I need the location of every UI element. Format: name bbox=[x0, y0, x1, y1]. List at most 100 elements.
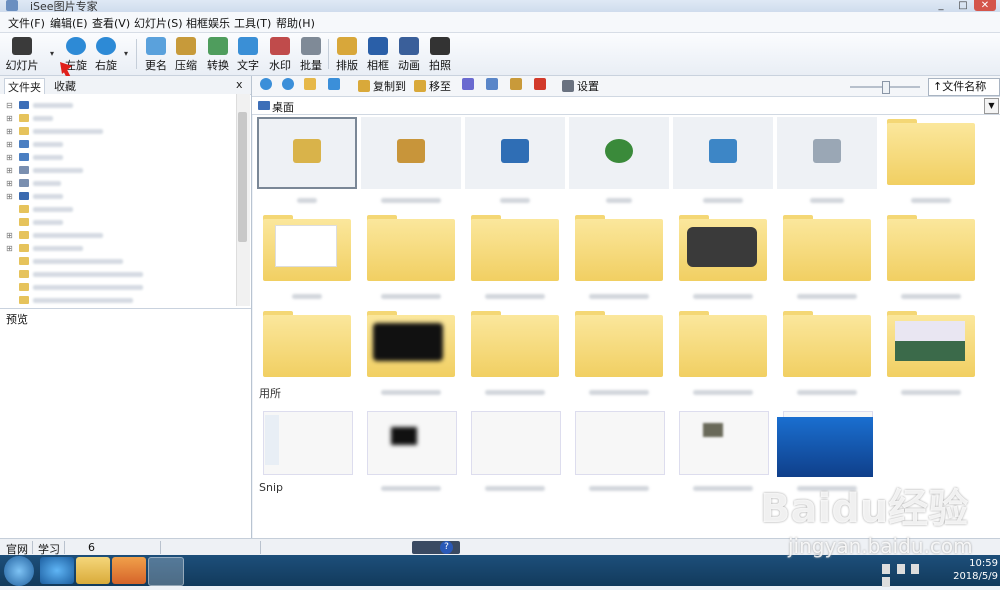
path-bar[interactable]: 桌面 ▼ bbox=[252, 97, 1000, 115]
thumbnail-item[interactable] bbox=[465, 309, 565, 395]
menu-edit[interactable]: 编辑(E) bbox=[50, 15, 88, 31]
up-folder-button[interactable] bbox=[304, 78, 319, 94]
compress-button[interactable]: 压缩 bbox=[172, 37, 200, 73]
folder-tree[interactable]: ⊟ ⊞ ⊞ ⊞ ⊞ ⊞ ⊞ ⊞ ⊞ ⊞ bbox=[0, 94, 236, 306]
slideshow-button[interactable]: 幻灯片 bbox=[6, 37, 39, 73]
user-folder-icon bbox=[397, 139, 425, 163]
text-icon bbox=[238, 37, 258, 55]
thumbnail-item[interactable] bbox=[361, 117, 461, 203]
system-clock[interactable]: 10:59 2018/5/9 bbox=[940, 557, 998, 583]
thumbnail-item[interactable] bbox=[569, 213, 669, 299]
menu-help[interactable]: 帮助(H) bbox=[276, 15, 315, 31]
close-pane-icon[interactable]: x bbox=[236, 78, 243, 91]
tree-row[interactable]: ⊞ bbox=[6, 176, 206, 188]
batch-button[interactable]: 批量 bbox=[297, 37, 325, 73]
thumbnail-item[interactable] bbox=[881, 405, 981, 477]
move-to-button[interactable]: 移至 bbox=[414, 78, 451, 94]
thumbnail-item[interactable] bbox=[361, 213, 461, 299]
menu-file[interactable]: 文件(F) bbox=[8, 15, 45, 31]
thumbnail-item[interactable] bbox=[673, 117, 773, 203]
system-tray[interactable] bbox=[882, 564, 932, 587]
layout-button[interactable]: 排版 bbox=[333, 37, 361, 73]
text-button[interactable]: 文字 bbox=[234, 37, 262, 73]
thumbnail-item[interactable] bbox=[777, 309, 877, 395]
isee-taskbar-icon[interactable] bbox=[148, 557, 184, 586]
menu-tools[interactable]: 工具(T) bbox=[234, 15, 271, 31]
animation-button[interactable]: 动画 bbox=[395, 37, 423, 73]
frame-button[interactable]: 相框 bbox=[364, 37, 392, 73]
copy-button[interactable] bbox=[486, 78, 501, 94]
title-bar: iSee图片专家 _ □ ✕ bbox=[0, 0, 1000, 13]
tree-row[interactable]: ⊞ bbox=[6, 111, 206, 123]
media-player-icon[interactable] bbox=[112, 557, 146, 584]
tree-row[interactable]: ⊞ bbox=[6, 163, 206, 175]
sort-select[interactable]: ↑文件名称 bbox=[928, 78, 1000, 96]
thumbnail-item[interactable] bbox=[569, 309, 669, 395]
tree-row[interactable]: ⊞ bbox=[6, 150, 206, 162]
copy-to-button[interactable]: 复制到 bbox=[358, 78, 406, 94]
tab-folders[interactable]: 文件夹 bbox=[4, 78, 45, 95]
delete-button[interactable] bbox=[534, 78, 549, 94]
cut-button[interactable] bbox=[462, 78, 477, 94]
ie-icon[interactable] bbox=[40, 557, 74, 584]
thumbnail-item[interactable] bbox=[465, 405, 565, 491]
close-button[interactable]: ✕ bbox=[974, 0, 996, 11]
menu-slideshow[interactable]: 幻灯片(S) bbox=[134, 15, 183, 31]
thumbnail-item[interactable] bbox=[361, 309, 461, 395]
zoom-slider-thumb[interactable] bbox=[882, 81, 890, 94]
thumbnail-item[interactable] bbox=[673, 405, 773, 491]
folder-icon bbox=[783, 219, 871, 281]
back-button[interactable] bbox=[260, 78, 275, 94]
tree-row[interactable]: ⊟ bbox=[6, 98, 206, 110]
thumbnail-item[interactable] bbox=[465, 213, 565, 299]
tree-row[interactable] bbox=[6, 280, 206, 291]
thumbnail-item[interactable] bbox=[777, 117, 877, 203]
tree-row[interactable]: ⊞ bbox=[6, 228, 206, 240]
watermark-button[interactable]: 水印 bbox=[266, 37, 294, 73]
tree-row[interactable] bbox=[6, 215, 206, 226]
cut-icon bbox=[462, 78, 474, 90]
rotate-dropdown-arrow[interactable]: ▾ bbox=[124, 49, 128, 58]
thumbnail-item[interactable] bbox=[673, 213, 773, 299]
menu-frame-fun[interactable]: 相框娱乐 bbox=[186, 15, 230, 31]
rotate-right-button[interactable]: 右旋 bbox=[92, 37, 120, 73]
thumbnail-item[interactable] bbox=[465, 117, 565, 203]
tree-row[interactable]: ⊞ bbox=[6, 124, 206, 136]
desktop-screenshot-preview[interactable] bbox=[777, 417, 873, 477]
forward-button[interactable] bbox=[282, 78, 297, 94]
tab-favorites[interactable]: 收藏 bbox=[54, 78, 76, 94]
status-help-widget[interactable]: ? bbox=[412, 541, 460, 554]
tree-row[interactable] bbox=[6, 293, 206, 304]
maximize-button[interactable]: □ bbox=[952, 0, 974, 11]
slideshow-dropdown-arrow[interactable]: ▾ bbox=[50, 49, 54, 58]
thumbnail-item[interactable]: Snip bbox=[257, 405, 357, 494]
start-button[interactable] bbox=[4, 556, 34, 586]
thumbnail-item[interactable] bbox=[257, 117, 357, 203]
tree-row[interactable] bbox=[6, 254, 206, 265]
tree-row[interactable]: ⊞ bbox=[6, 137, 206, 149]
thumbnail-item[interactable] bbox=[257, 213, 357, 299]
thumbnail-item[interactable] bbox=[881, 117, 981, 203]
camera-button[interactable]: 拍照 bbox=[426, 37, 454, 73]
thumbnail-item[interactable] bbox=[881, 309, 981, 395]
thumbnail-item[interactable] bbox=[361, 405, 461, 491]
thumbnail-item[interactable] bbox=[569, 117, 669, 203]
paste-button[interactable] bbox=[510, 78, 525, 94]
thumbnail-item[interactable] bbox=[673, 309, 773, 395]
settings-button[interactable]: 设置 bbox=[562, 78, 599, 94]
thumbnail-item[interactable] bbox=[881, 213, 981, 299]
explorer-icon[interactable] bbox=[76, 557, 110, 584]
tree-row[interactable]: ⊞ bbox=[6, 189, 206, 201]
tree-scroll-thumb[interactable] bbox=[238, 112, 247, 242]
thumbnail-item[interactable] bbox=[569, 405, 669, 491]
refresh-button[interactable] bbox=[328, 78, 343, 94]
path-dropdown-arrow[interactable]: ▼ bbox=[984, 98, 999, 114]
camera-icon bbox=[430, 37, 450, 55]
minimize-button[interactable]: _ bbox=[930, 0, 952, 11]
tree-row[interactable]: ⊞ bbox=[6, 241, 206, 253]
tree-row[interactable] bbox=[6, 267, 206, 278]
thumbnail-item[interactable] bbox=[777, 213, 877, 299]
tree-row[interactable] bbox=[6, 202, 206, 213]
menu-view[interactable]: 查看(V) bbox=[92, 15, 130, 31]
thumbnail-item[interactable]: 用所 bbox=[257, 309, 357, 400]
